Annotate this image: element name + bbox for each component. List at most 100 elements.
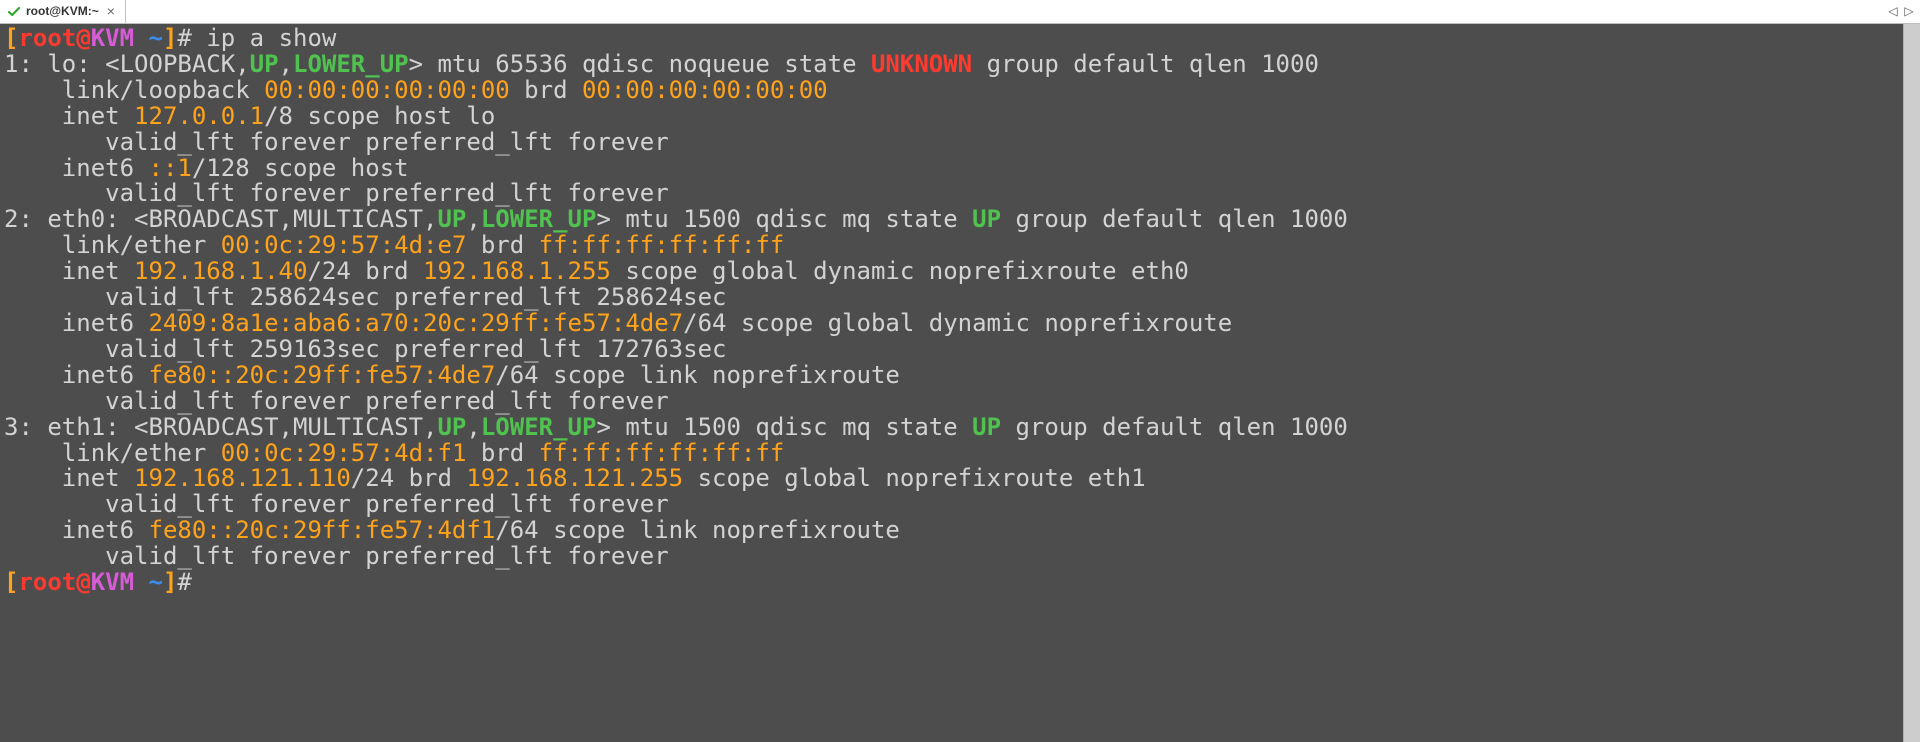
output-segment: ff:ff:ff:ff:ff:ff: [539, 231, 785, 259]
output-line: inet6 ::1/128 scope host: [4, 156, 1899, 182]
output-line: valid_lft forever preferred_lft forever: [4, 389, 1899, 415]
prompt-open-bracket: [: [4, 568, 18, 596]
prompt-user: root: [18, 568, 76, 596]
output-segment: inet6: [4, 516, 149, 544]
check-icon: [8, 6, 20, 18]
output-segment: ,: [466, 205, 480, 233]
output-segment: inet: [4, 464, 134, 492]
output-segment: 2: eth0: <BROADCAST,MULTICAST,: [4, 205, 437, 233]
output-segment: /64 scope link noprefixroute: [495, 361, 900, 389]
output-segment: /24 brd: [351, 464, 467, 492]
prompt-open-bracket: [: [4, 24, 18, 52]
output-segment: brd: [466, 439, 538, 467]
output-segment: 192.168.121.255: [466, 464, 683, 492]
output-segment: valid_lft forever preferred_lft forever: [4, 542, 669, 570]
prompt-close-bracket: ]: [163, 568, 177, 596]
output-line: inet 127.0.0.1/8 scope host lo: [4, 104, 1899, 130]
output-segment: link/ether: [4, 231, 221, 259]
output-segment: ::1: [149, 154, 192, 182]
output-segment: ff:ff:ff:ff:ff:ff: [539, 439, 785, 467]
output-segment: inet6: [4, 309, 149, 337]
output-segment: valid_lft 258624sec preferred_lft 258624…: [4, 283, 726, 311]
output-segment: 3: eth1: <BROADCAST,MULTICAST,: [4, 413, 437, 441]
output-line: 2: eth0: <BROADCAST,MULTICAST,UP,LOWER_U…: [4, 207, 1899, 233]
output-segment: 00:0c:29:57:4d:e7: [221, 231, 467, 259]
output-segment: group default qlen 1000: [1001, 205, 1348, 233]
tab-nav: ◁ ▷: [1882, 0, 1920, 23]
prompt-cwd: ~: [149, 24, 163, 52]
close-icon[interactable]: ×: [105, 4, 117, 19]
prompt-host: KVM: [91, 568, 134, 596]
output-segment: UP: [437, 413, 466, 441]
output-segment: 2409:8a1e:aba6:a70:20c:29ff:fe57:4de7: [149, 309, 684, 337]
output-segment: scope global noprefixroute eth1: [683, 464, 1145, 492]
output-segment: 00:00:00:00:00:00: [582, 76, 828, 104]
output-segment: 1: lo: <LOOPBACK,: [4, 50, 250, 78]
terminal-window: [root@KVM ~]# ip a show1: lo: <LOOPBACK,…: [0, 24, 1920, 742]
output-segment: 192.168.1.40: [134, 257, 307, 285]
output-line: link/ether 00:0c:29:57:4d:e7 brd ff:ff:f…: [4, 233, 1899, 259]
output-line: valid_lft forever preferred_lft forever: [4, 130, 1899, 156]
prompt-hash: #: [177, 24, 191, 52]
output-line: valid_lft forever preferred_lft forever: [4, 544, 1899, 570]
output-segment: ,: [466, 413, 480, 441]
prompt-at: @: [76, 24, 90, 52]
output-segment: ,: [279, 50, 293, 78]
output-line: valid_lft 258624sec preferred_lft 258624…: [4, 285, 1899, 311]
command-text: ip a show: [192, 24, 337, 52]
output-segment: valid_lft forever preferred_lft forever: [4, 179, 669, 207]
output-segment: UP: [437, 205, 466, 233]
output-line: link/ether 00:0c:29:57:4d:f1 brd ff:ff:f…: [4, 441, 1899, 467]
prompt-hash: #: [177, 568, 191, 596]
output-line: valid_lft forever preferred_lft forever: [4, 181, 1899, 207]
output-segment: valid_lft forever preferred_lft forever: [4, 490, 669, 518]
output-segment: fe80::20c:29ff:fe57:4de7: [149, 361, 496, 389]
tab-bar: root@KVM:~ × ◁ ▷: [0, 0, 1920, 24]
tab-title: root@KVM:~: [26, 5, 99, 18]
output-line: inet 192.168.1.40/24 brd 192.168.1.255 s…: [4, 259, 1899, 285]
output-segment: inet: [4, 257, 134, 285]
output-segment: brd: [510, 76, 582, 104]
output-segment: 00:0c:29:57:4d:f1: [221, 439, 467, 467]
output-line: inet6 fe80::20c:29ff:fe57:4df1/64 scope …: [4, 518, 1899, 544]
output-segment: group default qlen 1000: [1001, 413, 1348, 441]
output-segment: UP: [972, 413, 1001, 441]
output-segment: inet6: [4, 154, 149, 182]
output-line: inet6 fe80::20c:29ff:fe57:4de7/64 scope …: [4, 363, 1899, 389]
terminal-output[interactable]: [root@KVM ~]# ip a show1: lo: <LOOPBACK,…: [0, 24, 1903, 742]
output-line: inet6 2409:8a1e:aba6:a70:20c:29ff:fe57:4…: [4, 311, 1899, 337]
prompt-host: KVM: [91, 24, 134, 52]
output-segment: UP: [972, 205, 1001, 233]
prompt-line: [root@KVM ~]# ip a show: [4, 26, 1899, 52]
output-line: inet 192.168.121.110/24 brd 192.168.121.…: [4, 466, 1899, 492]
output-segment: > mtu 1500 qdisc mq state: [596, 413, 972, 441]
output-line: link/loopback 00:00:00:00:00:00 brd 00:0…: [4, 78, 1899, 104]
scrollbar-thumb[interactable]: [1904, 24, 1920, 742]
output-segment: LOWER_UP: [481, 413, 597, 441]
tab-next-icon[interactable]: ▷: [1902, 5, 1916, 18]
output-segment: link/ether: [4, 439, 221, 467]
prompt-close-bracket: ]: [163, 24, 177, 52]
output-segment: /64 scope global dynamic noprefixroute: [683, 309, 1232, 337]
tab-prev-icon[interactable]: ◁: [1886, 5, 1900, 18]
output-segment: /128 scope host: [192, 154, 409, 182]
output-segment: UNKNOWN: [871, 50, 972, 78]
output-segment: inet: [4, 102, 134, 130]
output-segment: > mtu 1500 qdisc mq state: [596, 205, 972, 233]
output-segment: /24 brd: [307, 257, 423, 285]
output-line: 3: eth1: <BROADCAST,MULTICAST,UP,LOWER_U…: [4, 415, 1899, 441]
prompt-cwd: ~: [149, 568, 163, 596]
prompt-at: @: [76, 568, 90, 596]
output-segment: valid_lft forever preferred_lft forever: [4, 128, 669, 156]
output-line: valid_lft forever preferred_lft forever: [4, 492, 1899, 518]
tab-terminal[interactable]: root@KVM:~ ×: [0, 0, 126, 23]
output-line: valid_lft 259163sec preferred_lft 172763…: [4, 337, 1899, 363]
output-segment: group default qlen 1000: [972, 50, 1319, 78]
output-segment: link/loopback: [4, 76, 264, 104]
output-segment: LOWER_UP: [293, 50, 409, 78]
output-segment: UP: [250, 50, 279, 78]
output-segment: /64 scope link noprefixroute: [495, 516, 900, 544]
scrollbar[interactable]: [1903, 24, 1920, 742]
output-segment: 00:00:00:00:00:00: [264, 76, 510, 104]
output-segment: inet6: [4, 361, 149, 389]
